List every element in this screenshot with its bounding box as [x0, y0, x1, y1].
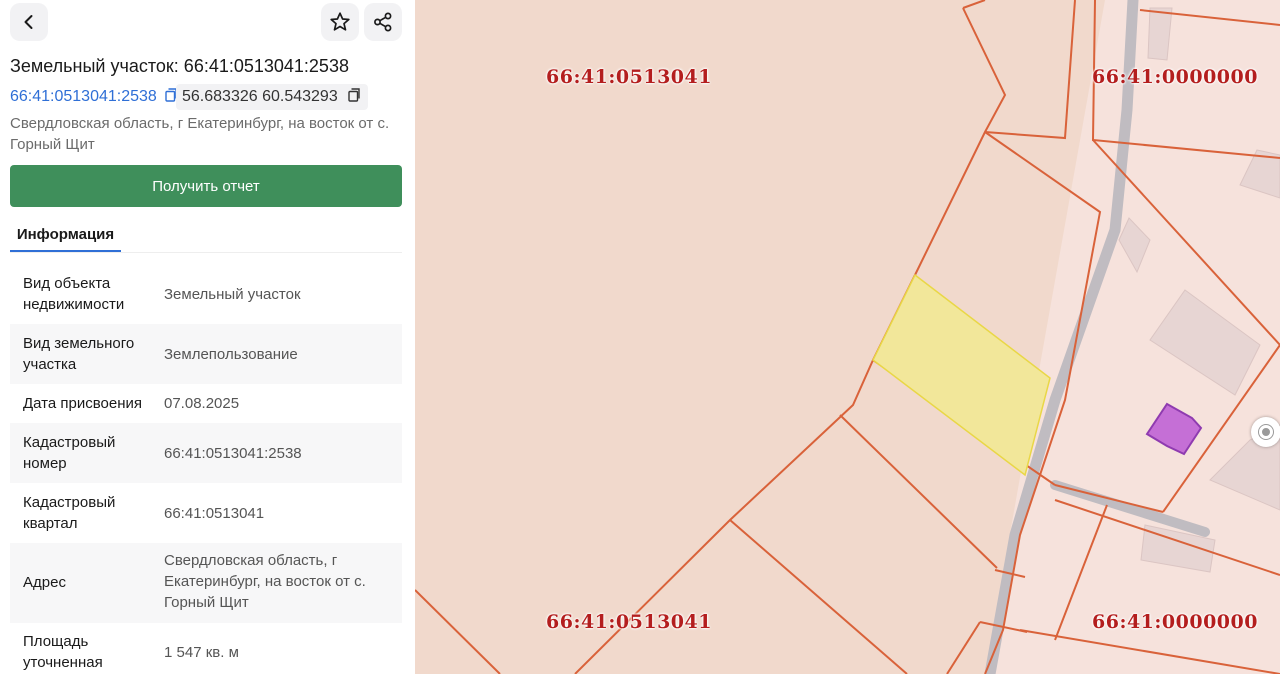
- share-button[interactable]: [364, 3, 402, 41]
- chevron-left-icon: [20, 13, 38, 31]
- map-canvas[interactable]: [415, 0, 1280, 674]
- location-pin-icon[interactable]: [1251, 417, 1280, 447]
- info-value: 1 547 кв. м: [164, 644, 239, 661]
- get-report-button[interactable]: Получить отчет: [10, 165, 402, 207]
- active-tab-indicator: [10, 250, 121, 252]
- info-row: Дата присвоения 07.08.2025: [10, 384, 402, 423]
- info-row: Адрес Свердловская область, г Екатеринбу…: [10, 543, 402, 623]
- cadastral-number-link[interactable]: 66:41:0513041:2538: [10, 84, 179, 110]
- info-value: 07.08.2025: [164, 395, 240, 412]
- info-key: Кадастровый квартал: [23, 494, 116, 532]
- star-outline-icon: [329, 11, 351, 33]
- cadastral-number-text: 66:41:0513041:2538: [10, 88, 157, 105]
- map-label-quarter: 66:41:0000000: [1092, 611, 1258, 633]
- info-value: 66:41:0513041: [164, 505, 265, 522]
- coordinates-chip[interactable]: 56.683326 60.543293: [176, 84, 368, 110]
- info-row: Кадастровый номер 66:41:0513041:2538: [10, 423, 402, 483]
- tab-information[interactable]: Информация: [10, 215, 121, 253]
- top-toolbar: [10, 3, 402, 43]
- info-row: Кадастровый квартал 66:41:0513041: [10, 483, 402, 543]
- info-row: Вид земельного участка Землепользование: [10, 324, 402, 384]
- page-title: Земельный участок: 66:41:0513041:2538: [10, 56, 349, 76]
- map-label-quarter: 66:41:0000000: [1092, 66, 1258, 88]
- info-key: Кадастровый номер: [23, 434, 116, 472]
- address-text: Свердловская область, г Екатеринбург, на…: [10, 115, 390, 153]
- info-key: Адрес: [23, 574, 66, 591]
- info-row: Вид объекта недвижимости Земельный участ…: [10, 264, 402, 324]
- info-value: Свердловская область, г Екатеринбург, на…: [164, 552, 366, 611]
- cadastral-map[interactable]: 66:41:0513041 66:41:0000000 66:41:051304…: [415, 0, 1280, 674]
- back-button[interactable]: [10, 3, 48, 41]
- info-value: 66:41:0513041:2538: [164, 445, 302, 462]
- favorite-button[interactable]: [321, 3, 359, 41]
- tab-bar: Информация: [10, 215, 402, 253]
- info-key: Площадь уточненная: [23, 633, 103, 671]
- info-value: Земельный участок: [164, 286, 301, 303]
- info-value: Землепользование: [164, 346, 298, 363]
- info-key: Дата присвоения: [23, 395, 142, 412]
- info-key: Вид земельного участка: [23, 335, 135, 373]
- map-label-quarter: 66:41:0513041: [546, 66, 712, 88]
- coordinates-text: 56.683326 60.543293: [182, 88, 338, 105]
- info-row: Площадь уточненная 1 547 кв. м: [10, 623, 402, 674]
- info-panel: Земельный участок: 66:41:0513041:2538 66…: [0, 0, 415, 674]
- info-key: Вид объекта недвижимости: [23, 275, 125, 313]
- copy-icon[interactable]: [346, 87, 362, 108]
- map-label-quarter: 66:41:0513041: [546, 611, 712, 633]
- share-icon: [372, 11, 394, 33]
